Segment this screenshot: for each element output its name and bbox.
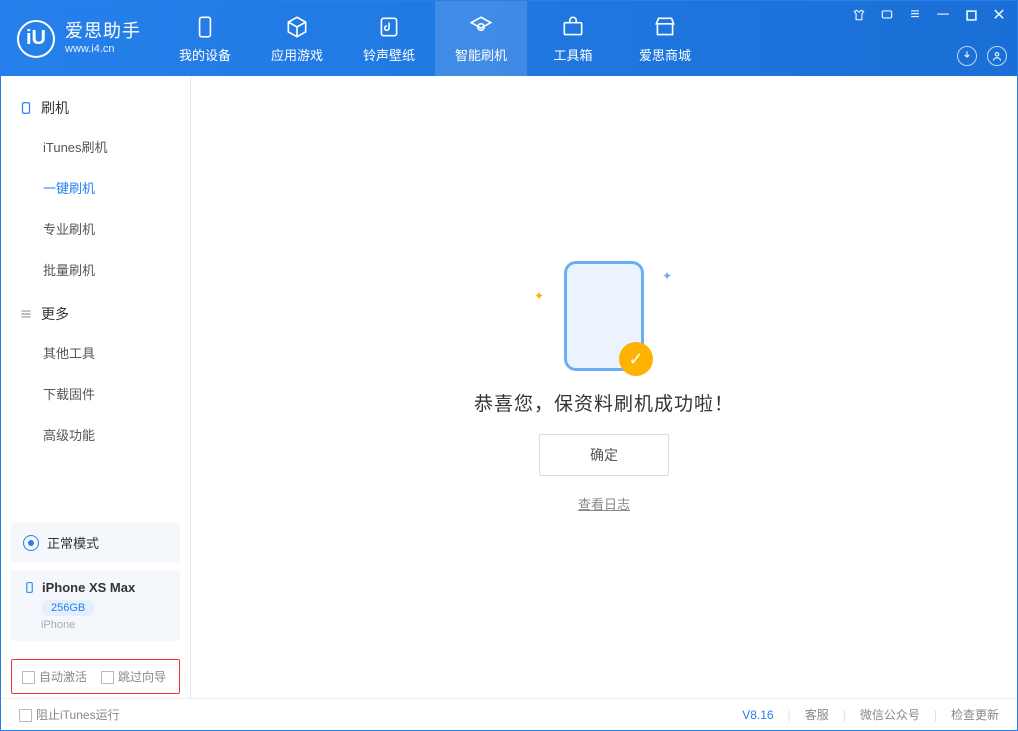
list-icon — [19, 307, 33, 321]
footer-link-support[interactable]: 客服 — [805, 706, 829, 723]
skip-wizard-checkbox[interactable]: 跳过向导 — [101, 668, 166, 685]
sidebar-section-flash: 刷机 — [1, 84, 190, 126]
phone-illustration-icon: ✓ — [564, 261, 644, 371]
tablet-icon — [19, 101, 33, 115]
close-button[interactable]: ✕ — [989, 5, 1009, 25]
top-tabs: 我的设备 应用游戏 铃声壁纸 智能刷机 工具箱 爱思商城 — [159, 1, 711, 76]
store-icon — [652, 14, 678, 40]
version-label: V8.16 — [742, 708, 773, 722]
maximize-button[interactable] — [961, 5, 981, 25]
header-actions — [957, 46, 1007, 66]
minimize-button[interactable]: ─ — [933, 5, 953, 25]
options-highlight-box: 自动激活 跳过向导 — [11, 659, 180, 694]
tab-store[interactable]: 爱思商城 — [619, 1, 711, 76]
phone-small-icon — [23, 581, 36, 594]
tab-media[interactable]: 铃声壁纸 — [343, 1, 435, 76]
tab-apps[interactable]: 应用游戏 — [251, 1, 343, 76]
sidebar-item-itunes-flash[interactable]: iTunes刷机 — [1, 126, 190, 167]
device-box[interactable]: iPhone XS Max 256GB iPhone — [11, 570, 180, 641]
sidebar: 刷机 iTunes刷机 一键刷机 专业刷机 批量刷机 更多 其他工具 下载固件 … — [1, 76, 191, 698]
user-icon[interactable] — [987, 46, 1007, 66]
toolbox-icon — [560, 14, 586, 40]
device-capacity: 256GB — [41, 600, 95, 616]
device-area: 正常模式 iPhone XS Max 256GB iPhone — [1, 513, 190, 651]
mode-box[interactable]: 正常模式 — [11, 523, 180, 562]
sidebar-section-more: 更多 — [1, 290, 190, 332]
footer-right: V8.16 | 客服 | 微信公众号 | 检查更新 — [742, 706, 999, 723]
sidebar-item-oneclick-flash[interactable]: 一键刷机 — [1, 167, 190, 208]
mode-label: 正常模式 — [47, 533, 99, 552]
app-window: iU 爱思助手 www.i4.cn 我的设备 应用游戏 铃声壁纸 智能刷机 — [0, 0, 1018, 731]
sidebar-item-other-tools[interactable]: 其他工具 — [1, 332, 190, 373]
block-itunes-checkbox[interactable]: 阻止iTunes运行 — [19, 706, 120, 723]
device-type: iPhone — [41, 619, 168, 631]
cube-icon — [284, 14, 310, 40]
checkmark-icon: ✓ — [619, 342, 653, 376]
download-icon[interactable] — [957, 46, 977, 66]
app-title: 爱思助手 — [65, 21, 141, 43]
auto-activate-checkbox[interactable]: 自动激活 — [22, 668, 87, 685]
footer: 阻止iTunes运行 V8.16 | 客服 | 微信公众号 | 检查更新 — [1, 698, 1017, 730]
footer-link-wechat[interactable]: 微信公众号 — [860, 706, 920, 723]
footer-left: 阻止iTunes运行 — [19, 706, 120, 723]
footer-link-update[interactable]: 检查更新 — [951, 706, 999, 723]
main-content: ✦ ✦ ✓ 恭喜您，保资料刷机成功啦！ 确定 查看日志 — [191, 76, 1017, 698]
header: iU 爱思助手 www.i4.cn 我的设备 应用游戏 铃声壁纸 智能刷机 — [1, 1, 1017, 76]
logo-area: iU 爱思助手 www.i4.cn — [1, 1, 159, 76]
sidebar-item-pro-flash[interactable]: 专业刷机 — [1, 208, 190, 249]
mode-dot-icon — [23, 535, 39, 551]
success-illustration: ✦ ✦ ✓ — [564, 261, 644, 371]
ok-button[interactable]: 确定 — [539, 434, 669, 476]
success-title: 恭喜您，保资料刷机成功啦！ — [474, 389, 734, 416]
view-log-link[interactable]: 查看日志 — [578, 494, 630, 513]
sidebar-nav: 刷机 iTunes刷机 一键刷机 专业刷机 批量刷机 更多 其他工具 下载固件 … — [1, 76, 190, 513]
sidebar-item-download-firmware[interactable]: 下载固件 — [1, 373, 190, 414]
tshirt-icon[interactable] — [849, 5, 869, 25]
tab-flash[interactable]: 智能刷机 — [435, 1, 527, 76]
phone-icon — [192, 14, 218, 40]
app-subtitle: www.i4.cn — [65, 43, 141, 56]
refresh-icon — [468, 14, 494, 40]
feedback-icon[interactable] — [877, 5, 897, 25]
menu-icon[interactable]: ≡ — [905, 5, 925, 25]
sidebar-item-advanced[interactable]: 高级功能 — [1, 414, 190, 455]
logo-icon: iU — [17, 20, 55, 58]
tab-device[interactable]: 我的设备 — [159, 1, 251, 76]
music-icon — [376, 14, 402, 40]
sidebar-item-batch-flash[interactable]: 批量刷机 — [1, 249, 190, 290]
window-controls-top: ≡ ─ ✕ — [849, 5, 1009, 25]
body: 刷机 iTunes刷机 一键刷机 专业刷机 批量刷机 更多 其他工具 下载固件 … — [1, 76, 1017, 698]
device-name-label: iPhone XS Max — [42, 580, 135, 595]
tab-tools[interactable]: 工具箱 — [527, 1, 619, 76]
